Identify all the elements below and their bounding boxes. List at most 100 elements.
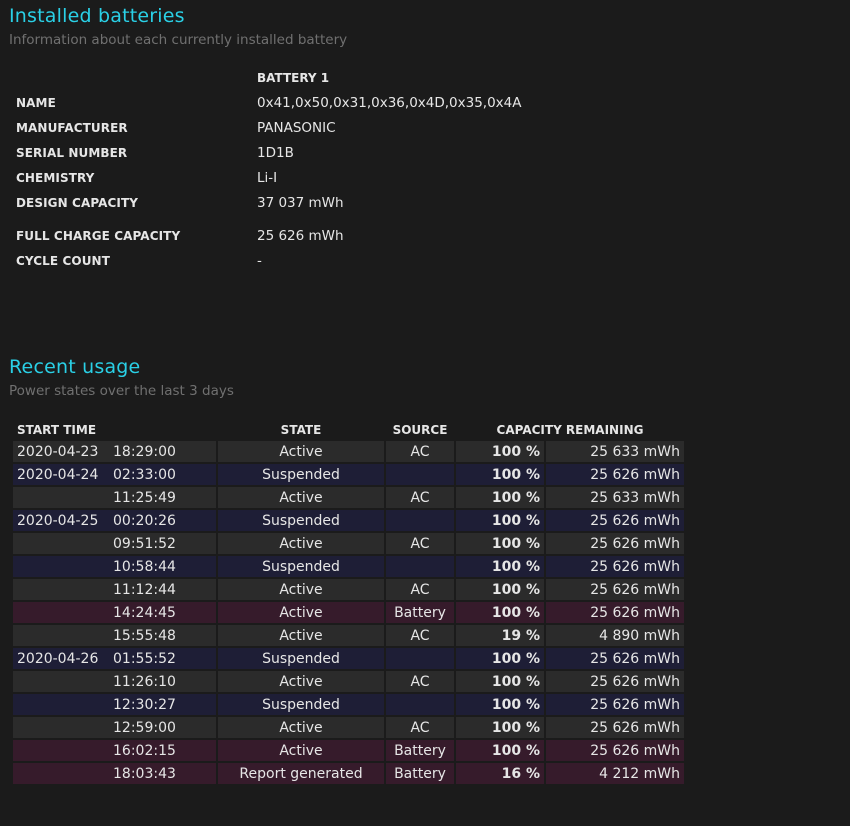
state-cell: Active [218, 740, 384, 761]
table-header-row: START TIME STATE SOURCE CAPACITY REMAINI… [13, 421, 684, 439]
capacity-percent-cell: 100 % [456, 717, 544, 738]
table-row: 2020-04-23 18:29:00 Active AC 100 % 25 633 mW… [13, 441, 684, 462]
battery-info-row: DESIGN CAPACITY 37 037 mWh [0, 195, 700, 216]
start-time-cell: 12:59:00 [13, 717, 216, 738]
info-value: 37 037 mWh [257, 195, 344, 211]
start-time: 02:33:00 [113, 466, 176, 483]
info-key: FULL CHARGE CAPACITY [16, 229, 181, 243]
state-cell: Suspended [218, 464, 384, 485]
start-date: 2020-04-23 [17, 443, 99, 460]
start-time-cell: 18:03:43 [13, 763, 216, 784]
source-cell: Battery [386, 740, 454, 761]
info-key: SERIAL NUMBER [16, 146, 128, 160]
state-cell: Suspended [218, 556, 384, 577]
capacity-mwh-cell: 25 626 mWh [546, 579, 684, 600]
table-row: 10:58:44 Suspended 100 % 25 626 mWh [13, 556, 684, 577]
source-cell: AC [386, 441, 454, 462]
capacity-percent-cell: 100 % [456, 671, 544, 692]
start-time: 16:02:15 [113, 742, 176, 759]
state-cell: Active [218, 602, 384, 623]
table-body: 2020-04-23 18:29:00 Active AC 100 % 25 633 mW… [13, 441, 684, 784]
state-cell: Active [218, 441, 384, 462]
capacity-percent-cell: 100 % [456, 441, 544, 462]
start-time-cell: 16:02:15 [13, 740, 216, 761]
capacity-percent-cell: 100 % [456, 602, 544, 623]
state-cell: Suspended [218, 510, 384, 531]
battery-info-row: CHEMISTRY Li-I [0, 170, 700, 191]
start-date: 2020-04-25 [17, 512, 99, 529]
source-cell [386, 510, 454, 531]
start-time: 18:03:43 [113, 765, 176, 782]
start-time: 00:20:26 [113, 512, 176, 529]
state-cell: Suspended [218, 694, 384, 715]
table-row: 12:59:00 Active AC 100 % 25 626 mWh [13, 717, 684, 738]
capacity-mwh-cell: 25 626 mWh [546, 648, 684, 669]
capacity-mwh-cell: 4 212 mWh [546, 763, 684, 784]
source-cell: AC [386, 487, 454, 508]
capacity-percent-cell: 16 % [456, 763, 544, 784]
source-cell [386, 556, 454, 577]
capacity-mwh-cell: 25 626 mWh [546, 671, 684, 692]
start-time: 01:55:52 [113, 650, 176, 667]
state-cell: Active [218, 533, 384, 554]
start-time-cell: 2020-04-23 18:29:00 [13, 441, 216, 462]
start-time-cell: 12:30:27 [13, 694, 216, 715]
capacity-percent-cell: 100 % [456, 510, 544, 531]
info-value: Li-I [257, 170, 278, 186]
start-date: 2020-04-26 [17, 650, 99, 667]
start-time-cell: 15:55:48 [13, 625, 216, 646]
state-cell: Active [218, 671, 384, 692]
start-time: 11:12:44 [113, 581, 176, 598]
capacity-percent-cell: 100 % [456, 533, 544, 554]
info-key: CYCLE COUNT [16, 254, 110, 268]
capacity-mwh-cell: 25 626 mWh [546, 694, 684, 715]
state-cell: Suspended [218, 648, 384, 669]
table-row: 15:55:48 Active AC 19 % 4 890 mWh [13, 625, 684, 646]
recent-usage-subtitle: Power states over the last 3 days [9, 383, 234, 399]
table-row: 18:03:43 Report generated Battery 16 % 4 212… [13, 763, 684, 784]
battery-info-row: FULL CHARGE CAPACITY 25 626 mWh [0, 228, 700, 249]
capacity-percent-cell: 100 % [456, 579, 544, 600]
installed-batteries-title: Installed batteries [9, 5, 185, 27]
capacity-percent-cell: 19 % [456, 625, 544, 646]
source-cell: AC [386, 717, 454, 738]
start-time-cell: 2020-04-26 01:55:52 [13, 648, 216, 669]
source-cell: AC [386, 579, 454, 600]
start-time: 09:51:52 [113, 535, 176, 552]
source-cell: AC [386, 671, 454, 692]
start-time-cell: 09:51:52 [13, 533, 216, 554]
start-time: 11:26:10 [113, 673, 176, 690]
table-row: 2020-04-25 00:20:26 Suspended 100 % 25 626 m… [13, 510, 684, 531]
start-time: 18:29:00 [113, 443, 176, 460]
capacity-mwh-cell: 25 626 mWh [546, 464, 684, 485]
table-row: 16:02:15 Active Battery 100 % 25 626 mWh [13, 740, 684, 761]
capacity-mwh-cell: 25 626 mWh [546, 740, 684, 761]
start-time: 12:30:27 [113, 696, 176, 713]
state-cell: Active [218, 625, 384, 646]
recent-usage-title: Recent usage [9, 356, 141, 378]
capacity-mwh-cell: 25 626 mWh [546, 602, 684, 623]
info-value: 1D1B [257, 145, 294, 161]
info-key: MANUFACTURER [16, 121, 128, 135]
capacity-mwh-cell: 25 626 mWh [546, 556, 684, 577]
start-date: 2020-04-24 [17, 466, 99, 483]
table-row: 11:12:44 Active AC 100 % 25 626 mWh [13, 579, 684, 600]
source-cell: Battery [386, 763, 454, 784]
info-key: NAME [16, 96, 56, 110]
start-time-cell: 11:25:49 [13, 487, 216, 508]
recent-usage-table: START TIME STATE SOURCE CAPACITY REMAINI… [11, 419, 686, 786]
table-row: 11:25:49 Active AC 100 % 25 633 mWh [13, 487, 684, 508]
state-cell: Active [218, 579, 384, 600]
battery-info-row: SERIAL NUMBER 1D1B [0, 145, 700, 166]
start-time-cell: 2020-04-24 02:33:00 [13, 464, 216, 485]
table-row: 2020-04-24 02:33:00 Suspended 100 % 25 626 m… [13, 464, 684, 485]
column-header-start-time: START TIME [17, 423, 97, 437]
start-time-cell: 14:24:45 [13, 602, 216, 623]
capacity-percent-cell: 100 % [456, 740, 544, 761]
info-key: DESIGN CAPACITY [16, 196, 139, 210]
info-value: PANASONIC [257, 120, 336, 136]
capacity-percent-cell: 100 % [456, 556, 544, 577]
start-time-cell: 11:12:44 [13, 579, 216, 600]
info-value: 25 626 mWh [257, 228, 344, 244]
table-row: 14:24:45 Active Battery 100 % 25 626 mWh [13, 602, 684, 623]
